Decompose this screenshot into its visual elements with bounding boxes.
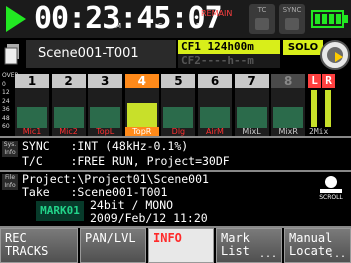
channel-meter — [236, 107, 267, 128]
hours-unit-label: H — [74, 22, 80, 30]
channel-number: 1 — [15, 74, 49, 88]
channel-label: TopR — [124, 127, 159, 136]
frames-unit-label: F — [196, 22, 201, 30]
mix-right-indicator: R — [322, 74, 335, 88]
cf1-remaining: CF1 124h00m — [178, 40, 280, 54]
sync-line: SYNC :INT (48kHz-0.1%) — [22, 139, 189, 153]
tc-lamp-icon — [255, 18, 269, 30]
scroll-icon — [325, 176, 337, 188]
channel-number: 6 — [198, 74, 232, 88]
timecode-display: 00:23:45:07 — [34, 1, 223, 36]
channel-strip[interactable]: 7 MixL — [234, 74, 269, 136]
channel-label: Mic2 — [59, 127, 78, 136]
solo-indicator: SOLO — [283, 40, 323, 55]
channel-number: 3 — [88, 74, 123, 88]
channel-strip[interactable]: 2 Mic2 — [51, 74, 86, 136]
channel-meter — [163, 107, 194, 128]
tc-indicator: TC — [249, 4, 275, 34]
battery-tip-icon — [344, 15, 348, 23]
channel-strip[interactable]: 3 TopL — [88, 74, 123, 136]
take-name[interactable]: Scene001-T001 — [26, 40, 176, 68]
channel-meter — [273, 107, 304, 128]
channel-label: Dlg — [171, 127, 186, 136]
remain-label: REMAIN — [201, 9, 233, 18]
info-button[interactable]: INFO — [148, 228, 214, 263]
file-info-label: File Info — [2, 174, 18, 190]
channel-label: TopL — [96, 127, 115, 136]
channel-number: 5 — [161, 74, 196, 88]
channel-label: MixR — [278, 127, 298, 136]
play-icon — [6, 6, 26, 32]
sync-indicator: SYNC — [279, 4, 305, 34]
channel-meter — [90, 107, 121, 128]
card-icon — [4, 44, 19, 65]
pan-lvl-button[interactable]: PAN/LVL — [80, 228, 146, 263]
home-button-icon[interactable] — [320, 40, 350, 70]
sync-indicator-label: SYNC — [282, 6, 302, 14]
mark-badge: MARK01 — [36, 201, 84, 221]
channel-meter — [53, 107, 84, 128]
channel-strip[interactable]: 5 Dlg — [161, 74, 196, 136]
tc-indicator-label: TC — [257, 6, 267, 14]
channel-strip[interactable]: 8 MixR — [271, 74, 306, 136]
minutes-unit-label: M — [115, 22, 122, 30]
meter-scale: OVER 0 12 24 36 48 60 — [2, 72, 19, 130]
channel-number: 4 — [124, 74, 159, 88]
channel-number: 7 — [234, 74, 269, 88]
tc-line: T/C :FREE RUN, Project=30DF — [22, 154, 230, 168]
channel-label: AirM — [206, 127, 224, 136]
channel-strip[interactable]: 1 Mic1 — [15, 74, 49, 136]
channel-meter — [17, 107, 47, 128]
sys-info-label: Sys. Info — [2, 141, 18, 157]
divider — [0, 136, 351, 138]
mark-list-button[interactable]: Mark List ... — [216, 228, 282, 263]
scroll-label: SCROLL — [319, 194, 343, 201]
channel-strip[interactable]: 6 AirM — [198, 74, 232, 136]
channel-label: Mic1 — [22, 127, 42, 136]
seconds-unit-label: S — [158, 22, 163, 30]
rec-tracks-button[interactable]: REC TRACKS — [0, 228, 78, 263]
cf2-remaining: CF2----h--m — [181, 54, 254, 67]
mix-label: 2Mix — [309, 127, 329, 136]
channel-number: 8 — [271, 74, 306, 88]
date-line: 2009/Feb/12 11:20 — [90, 211, 208, 225]
channel-meter — [126, 103, 157, 128]
scroll-button[interactable]: SCROLL — [314, 172, 348, 206]
mix-left-indicator: L — [308, 74, 321, 88]
sync-lamp-icon — [285, 18, 299, 30]
channel-label: MixL — [242, 127, 261, 136]
channel-strip[interactable]: 4 TopR — [124, 74, 159, 136]
channel-number: 2 — [51, 74, 86, 88]
mix-right-meter — [325, 90, 331, 127]
manual-locate-button[interactable]: Manual Locate ... — [284, 228, 351, 263]
mix-left-meter — [311, 90, 317, 127]
channel-meter — [200, 107, 230, 128]
battery-icon — [311, 10, 344, 28]
